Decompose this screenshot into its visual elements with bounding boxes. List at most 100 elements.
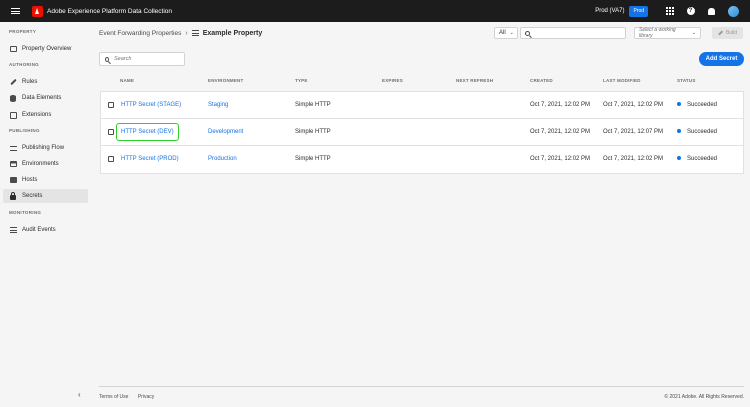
search-icon xyxy=(105,56,109,62)
sidebar: PROPERTY Property Overview AUTHORING Rul… xyxy=(0,22,91,407)
sidebar-item-label: Environments xyxy=(22,161,59,167)
status-label: Succeeded xyxy=(687,102,718,108)
privacy-link[interactable]: Privacy xyxy=(138,394,154,400)
status-label: Succeeded xyxy=(687,129,718,135)
column-header-created[interactable]: CREATED xyxy=(530,78,553,83)
sidebar-item-label: Publishing Flow xyxy=(22,145,65,151)
chevron-down-icon: ⌄ xyxy=(509,30,514,36)
overview-icon xyxy=(9,45,17,53)
secrets-table: HTTP Secret (STAGE) Staging Simple HTTP … xyxy=(100,91,744,174)
chevron-down-icon: ⌄ xyxy=(691,30,696,36)
status-label: Succeeded xyxy=(687,156,718,162)
sidebar-item-label: Hosts xyxy=(22,177,38,183)
add-secret-button[interactable]: Add Secret xyxy=(699,52,744,66)
environment-link[interactable]: Production xyxy=(208,156,237,162)
secret-created: Oct 7, 2021, 12:02 PM xyxy=(530,129,591,135)
apps-grid-icon[interactable] xyxy=(665,7,674,16)
scope-select-value: All xyxy=(499,30,506,36)
secret-created: Oct 7, 2021, 12:02 PM xyxy=(530,102,591,108)
sidebar-section-publishing: PUBLISHING xyxy=(9,128,40,133)
top-bar: Adobe Experience Platform Data Collectio… xyxy=(0,0,750,22)
copyright: © 2021 Adobe. All Rights Reserved. xyxy=(664,394,744,400)
sidebar-section-authoring: AUTHORING xyxy=(9,62,39,67)
flow-icon xyxy=(9,144,17,152)
secret-name-link[interactable]: HTTP Secret (PROD) xyxy=(121,156,179,162)
status-badge: Succeeded xyxy=(677,156,717,162)
column-header-name[interactable]: NAME xyxy=(120,78,134,83)
secret-modified: Oct 7, 2021, 12:02 PM xyxy=(603,102,664,108)
table-row: HTTP Secret (PROD) Production Simple HTT… xyxy=(101,146,743,173)
secret-type: Simple HTTP xyxy=(295,129,331,135)
sidebar-item-audit-events[interactable]: Audit Events xyxy=(3,223,88,237)
terms-of-use-link[interactable]: Terms of Use xyxy=(99,394,128,400)
row-checkbox[interactable] xyxy=(108,129,114,135)
secret-modified: Oct 7, 2021, 12:07 PM xyxy=(603,129,664,135)
row-checkbox[interactable] xyxy=(108,102,114,108)
property-icon xyxy=(191,30,199,36)
sidebar-item-rules[interactable]: Rules xyxy=(3,75,88,89)
breadcrumb-parent-link[interactable]: Event Forwarding Properties xyxy=(99,30,181,37)
column-header-last-modified[interactable]: LAST MODIFIED xyxy=(603,78,641,83)
footer: Terms of Use Privacy © 2021 Adobe. All R… xyxy=(99,386,744,400)
sidebar-section-property: PROPERTY xyxy=(9,29,37,34)
status-dot-icon xyxy=(677,156,681,161)
sidebar-item-label: Secrets xyxy=(22,193,43,199)
environment-icon xyxy=(9,160,17,168)
column-header-environment[interactable]: ENVIRONMENT xyxy=(208,78,243,83)
sidebar-item-property-overview[interactable]: Property Overview xyxy=(3,42,88,56)
environment-link[interactable]: Development xyxy=(208,129,243,135)
secret-created: Oct 7, 2021, 12:02 PM xyxy=(530,156,591,162)
top-search-input[interactable] xyxy=(520,27,626,39)
sidebar-section-monitoring: MONITORING xyxy=(9,210,42,215)
chevron-right-icon: › xyxy=(185,29,188,37)
status-dot-icon xyxy=(677,102,681,107)
sidebar-item-label: Property Overview xyxy=(22,46,72,52)
wrench-icon xyxy=(718,30,723,36)
page-title: Example Property xyxy=(202,29,263,37)
scope-select[interactable]: All ⌄ xyxy=(494,27,518,39)
avatar[interactable] xyxy=(728,5,739,17)
column-header-status[interactable]: STATUS xyxy=(677,78,696,83)
sidebar-item-secrets[interactable]: Secrets xyxy=(3,189,88,203)
row-checkbox[interactable] xyxy=(108,156,114,162)
working-library-placeholder: Select a working library xyxy=(639,27,676,39)
sidebar-item-label: Extensions xyxy=(22,112,52,118)
secret-search-input[interactable] xyxy=(114,56,184,62)
sidebar-item-extensions[interactable]: Extensions xyxy=(3,108,88,122)
secret-type: Simple HTTP xyxy=(295,156,331,162)
help-icon[interactable]: ? xyxy=(686,7,695,16)
table-row: HTTP Secret (DEV) Development Simple HTT… xyxy=(101,119,743,146)
build-button-label: Build xyxy=(725,30,738,36)
search-icon xyxy=(525,30,530,36)
secret-search-field[interactable] xyxy=(99,52,185,66)
database-icon xyxy=(9,94,17,102)
sidebar-item-data-elements[interactable]: Data Elements xyxy=(3,91,88,105)
build-button[interactable]: Build xyxy=(712,27,743,39)
env-badge: Prod xyxy=(629,5,648,17)
secret-modified: Oct 7, 2021, 12:02 PM xyxy=(603,156,664,162)
plugin-icon xyxy=(9,111,17,119)
bell-icon[interactable] xyxy=(707,7,716,16)
secret-name-link[interactable]: HTTP Secret (STAGE) xyxy=(121,102,181,108)
secret-name-link[interactable]: HTTP Secret (DEV) xyxy=(121,129,174,135)
hamburger-menu-icon[interactable] xyxy=(11,8,20,14)
column-header-next-refresh[interactable]: NEXT REFRESH xyxy=(456,78,493,83)
org-switcher[interactable]: Prod (VA7) xyxy=(595,8,624,14)
sidebar-item-hosts[interactable]: Hosts xyxy=(3,173,88,187)
working-library-select[interactable]: Select a working library ⌄ xyxy=(634,27,701,39)
sidebar-item-environments[interactable]: Environments xyxy=(3,157,88,171)
main-content: Event Forwarding Properties › Example Pr… xyxy=(91,22,750,407)
column-header-type[interactable]: TYPE xyxy=(295,78,308,83)
sidebar-item-label: Audit Events xyxy=(22,227,56,233)
sidebar-item-publishing-flow[interactable]: Publishing Flow xyxy=(3,141,88,155)
lock-icon xyxy=(9,191,17,200)
sidebar-item-label: Rules xyxy=(22,79,38,85)
status-badge: Succeeded xyxy=(677,102,717,108)
secret-type: Simple HTTP xyxy=(295,102,331,108)
app-title: Adobe Experience Platform Data Collectio… xyxy=(47,7,173,15)
status-badge: Succeeded xyxy=(677,129,717,135)
column-header-expires[interactable]: EXPIRES xyxy=(382,78,403,83)
environment-link[interactable]: Staging xyxy=(208,102,228,108)
server-icon xyxy=(9,176,17,184)
collapse-sidebar-icon[interactable]: ‹ xyxy=(78,390,81,399)
